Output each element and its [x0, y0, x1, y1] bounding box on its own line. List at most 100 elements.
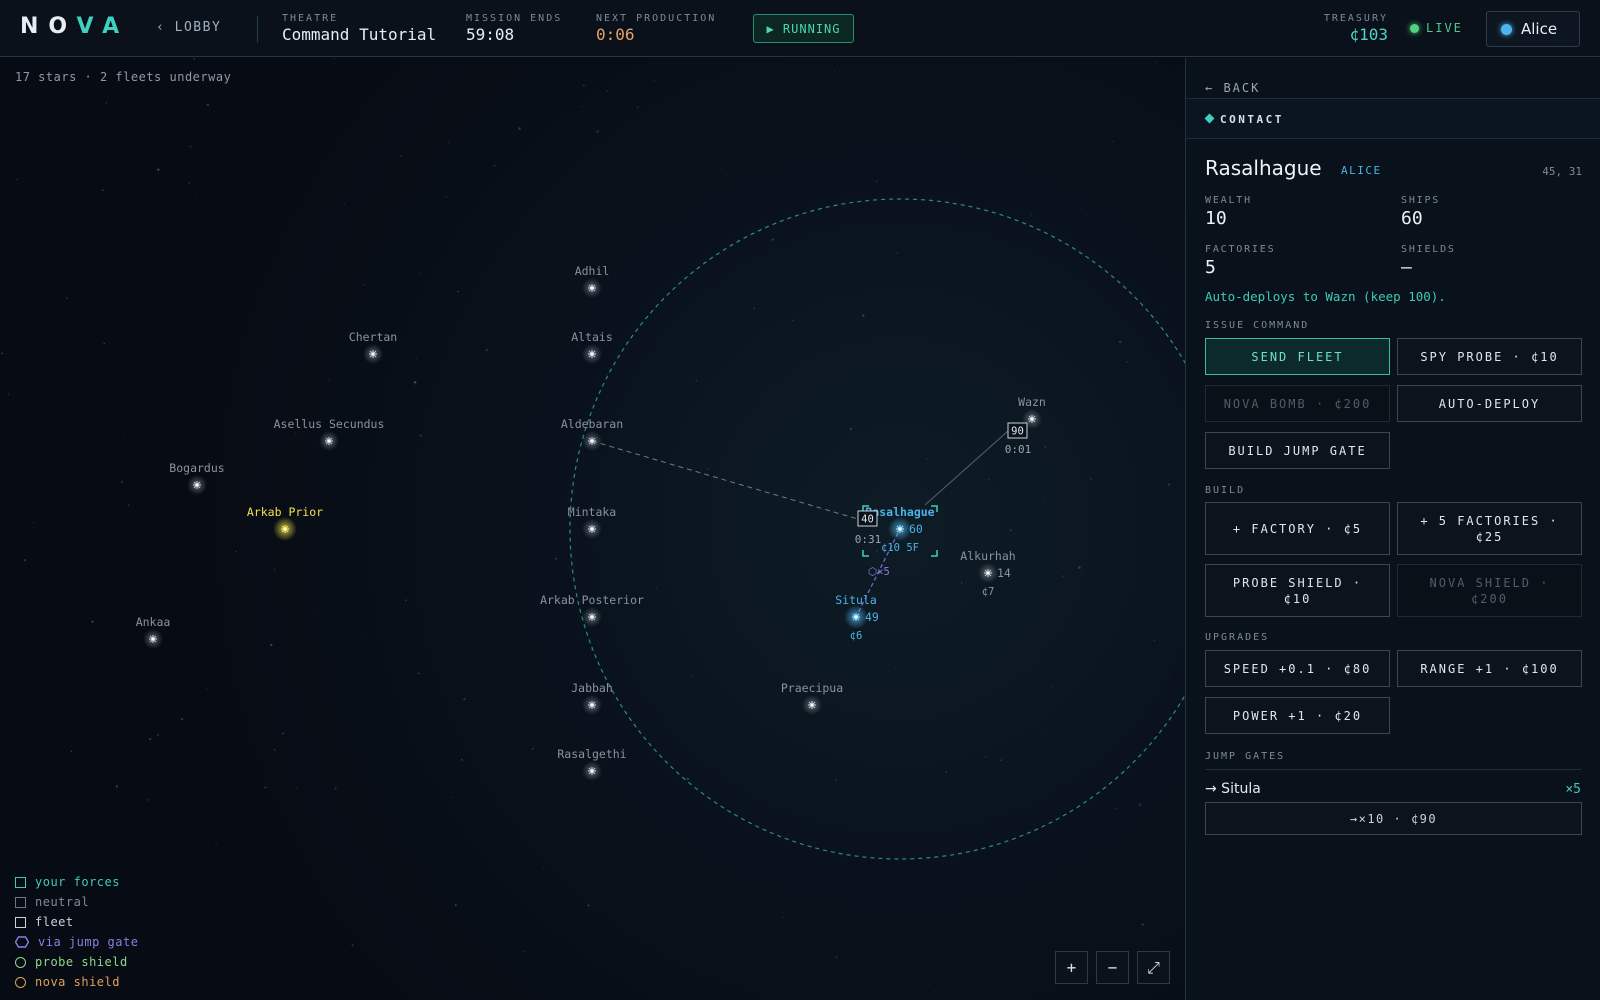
star-label: Alkurhah — [960, 549, 1015, 563]
background-star — [157, 168, 160, 171]
legend-neutral: neutral — [15, 892, 138, 912]
background-star — [574, 486, 576, 488]
star-core — [195, 483, 199, 487]
add-factory-button[interactable]: + FACTORY · ¢5 — [1205, 502, 1390, 555]
background-star — [656, 587, 658, 589]
background-star — [417, 672, 420, 675]
background-star — [103, 342, 105, 345]
fleet-eta: 0:31 — [855, 533, 882, 546]
background-star — [345, 173, 347, 175]
background-star — [988, 478, 991, 481]
background-star — [365, 633, 367, 634]
background-star — [7, 393, 10, 396]
back-button[interactable]: ← BACK — [1205, 81, 1260, 95]
star-jabbah[interactable]: Jabbah — [571, 681, 613, 715]
jump-gate-send-button[interactable]: →×10 · ¢90 — [1205, 802, 1582, 835]
star-core — [986, 571, 990, 575]
star-aldebaran[interactable]: Aldebaran — [561, 417, 623, 451]
logo-text: NO — [20, 14, 77, 39]
background-star — [415, 357, 417, 359]
hexagon-icon — [15, 936, 29, 948]
treasury: TREASURY ¢103 — [1290, 13, 1388, 44]
range-upgrade-button[interactable]: RANGE +1 · ¢100 — [1397, 650, 1582, 687]
star-situla[interactable]: Situla 49¢6 — [835, 593, 879, 642]
add-5-factories-button[interactable]: + 5 FACTORIES · ¢25 — [1397, 502, 1582, 555]
jump-gate-count: ×5 — [1565, 782, 1581, 797]
send-fleet-button[interactable]: SEND FLEET — [1205, 338, 1390, 375]
background-star — [235, 550, 237, 553]
background-star — [400, 154, 403, 158]
background-star — [463, 698, 466, 701]
background-star — [1040, 732, 1042, 734]
speed-upgrade-button[interactable]: SPEED +0.1 · ¢80 — [1205, 650, 1390, 687]
fit-view-button[interactable]: ⤢ — [1137, 951, 1170, 984]
background-star — [206, 103, 210, 107]
auto-deploy-button[interactable]: AUTO-DEPLOY — [1397, 385, 1582, 422]
contact-panel: ← BACK CONTACT Rasalhague ALICE 45, 31 W… — [1185, 58, 1600, 1000]
background-star — [319, 610, 320, 611]
nova-shield-button[interactable]: NOVA SHIELD · ¢200 — [1397, 564, 1582, 617]
star-core — [590, 286, 594, 290]
background-star — [1126, 361, 1128, 363]
stat-ships: SHIPS 60 — [1401, 195, 1440, 229]
star-ankaa[interactable]: Ankaa — [136, 615, 171, 649]
legend-label: probe shield — [35, 955, 128, 969]
star-rasalgethi[interactable]: Rasalgethi — [557, 747, 627, 781]
legend-jump-gate: via jump gate — [15, 932, 138, 952]
star-altais[interactable]: Altais — [571, 330, 613, 364]
background-star — [414, 384, 416, 386]
fleet-marker[interactable]: 90 0:01 — [1005, 422, 1032, 456]
stat-label: SHIELDS — [1401, 244, 1456, 255]
fleet-routes — [591, 430, 1009, 614]
map-canvas[interactable]: Adhil Chertan Altais Asellus Secundus Aldeba… — [0, 58, 1185, 1000]
star-ships: 14 — [997, 566, 1011, 580]
zoom-in-button[interactable]: + — [1055, 951, 1088, 984]
background-star — [485, 348, 488, 352]
contact-title: CONTACT — [1220, 113, 1284, 126]
star-praecipua[interactable]: Praecipua — [781, 681, 843, 715]
power-upgrade-button[interactable]: POWER +1 · ¢20 — [1205, 697, 1390, 734]
build-jump-gate-button[interactable]: BUILD JUMP GATE — [1205, 432, 1390, 469]
star-arkab-prior[interactable]: Arkab Prior — [247, 505, 323, 541]
running-toggle-button[interactable]: ▶ RUNNING — [753, 14, 854, 43]
spy-probe-button[interactable]: SPY PROBE · ¢10 — [1397, 338, 1582, 375]
star-core — [327, 439, 331, 443]
background-star — [1031, 213, 1033, 215]
star-core — [590, 615, 594, 619]
background-star — [707, 468, 710, 470]
legend-swatch-icon — [15, 916, 26, 928]
star-alkurhah[interactable]: Alkurhah 14¢7 — [960, 549, 1015, 598]
nova-bomb-button[interactable]: NOVA BOMB · ¢200 — [1205, 385, 1390, 422]
background-star — [622, 451, 624, 453]
background-star — [1, 352, 3, 354]
stat-label: WEALTH — [1205, 195, 1252, 206]
star-mintaka[interactable]: Mintaka — [568, 505, 616, 539]
background-star — [587, 904, 590, 907]
star-core — [151, 637, 155, 641]
star-layer[interactable]: Adhil Chertan Altais Asellus Secundus Aldeba… — [136, 264, 1046, 781]
background-star — [270, 643, 273, 647]
lobby-link[interactable]: ‹ LOBBY — [156, 20, 221, 35]
legend-swatch-icon — [15, 876, 26, 888]
star-ships: 60 — [909, 522, 923, 536]
star-label: Arkab Posterior — [540, 593, 644, 607]
star-adhil[interactable]: Adhil — [575, 264, 610, 298]
star-map[interactable]: Adhil Chertan Altais Asellus Secundus Aldeba… — [0, 58, 1185, 1000]
star-chertan[interactable]: Chertan — [349, 330, 397, 364]
background-star — [1112, 140, 1114, 143]
user-menu-button[interactable]: Alice — [1486, 11, 1580, 47]
route-wazn — [924, 430, 1009, 506]
background-star — [457, 290, 459, 293]
mission-timer: MISSION ENDS 59:08 — [466, 13, 562, 44]
zoom-out-button[interactable]: − — [1096, 951, 1129, 984]
star-bogardus[interactable]: Bogardus — [169, 461, 225, 495]
star-asellus-secundus[interactable]: Asellus Secundus — [274, 417, 385, 451]
background-star — [460, 758, 463, 761]
background-star — [115, 785, 119, 788]
fleet-marker[interactable]: 40 0:31 — [855, 510, 882, 546]
probe-shield-button[interactable]: PROBE SHIELD · ¢10 — [1205, 564, 1390, 617]
background-star — [497, 639, 499, 641]
background-star — [1047, 379, 1049, 381]
star-arkab-posterior[interactable]: Arkab Posterior — [540, 593, 644, 627]
background-star — [1168, 673, 1170, 675]
